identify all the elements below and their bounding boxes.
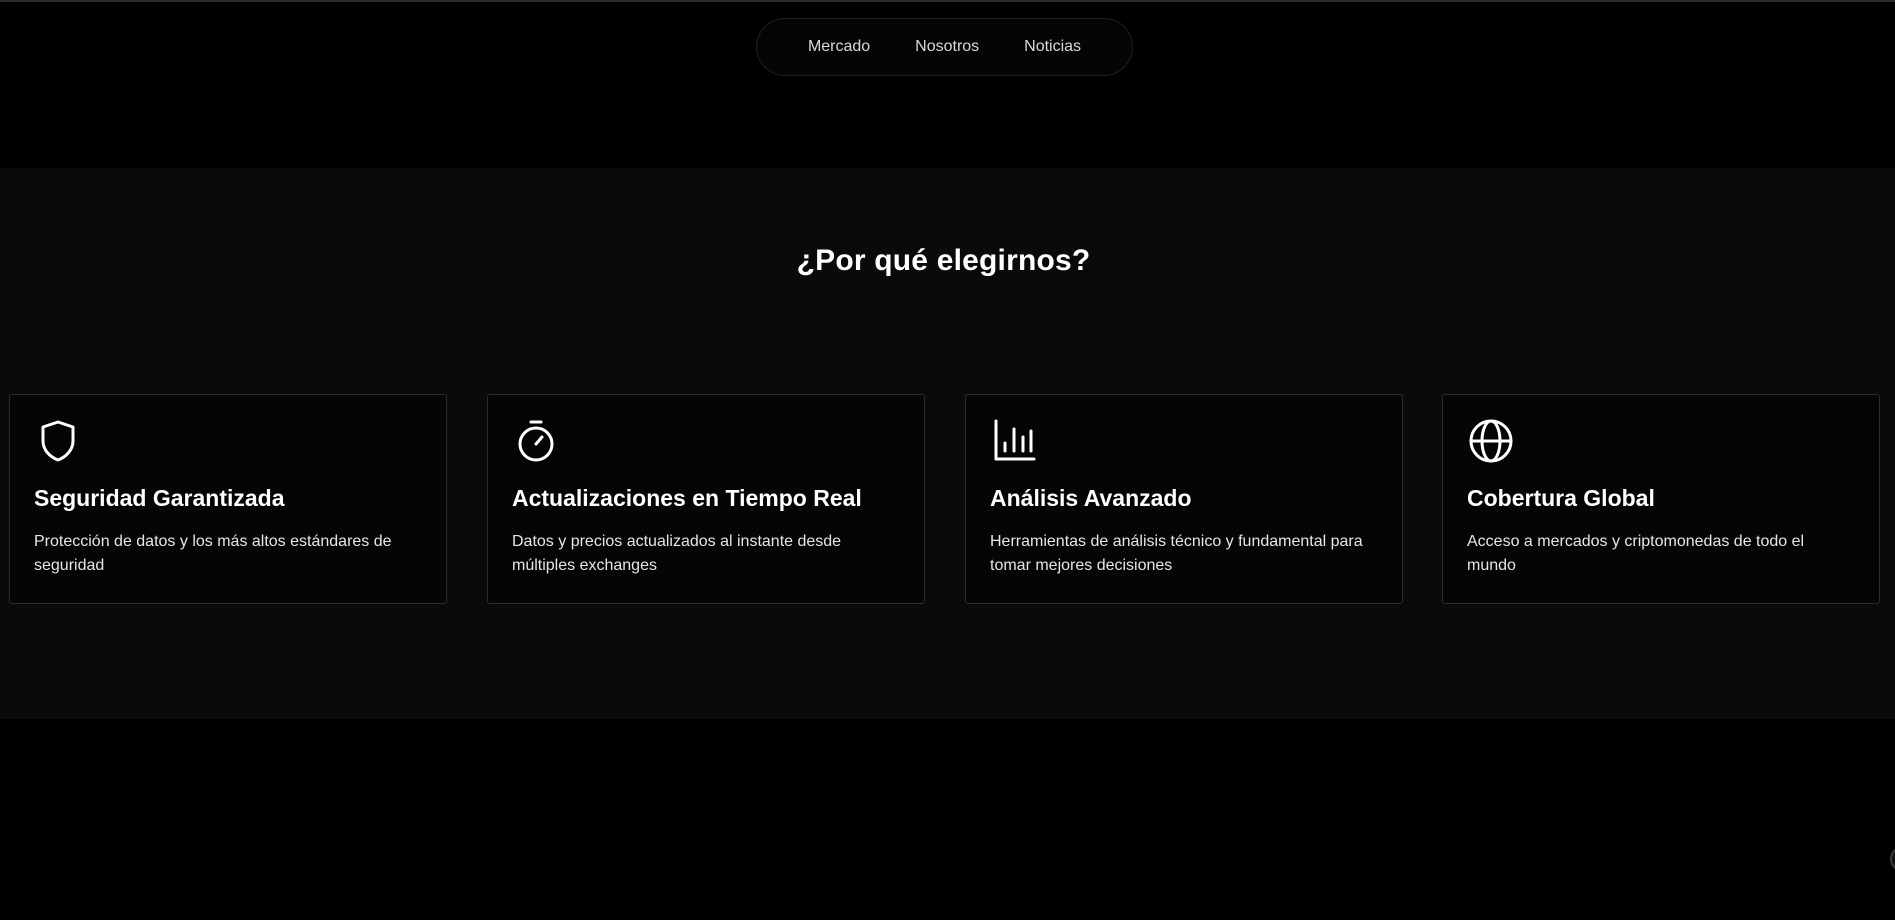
feature-card-analysis: Análisis Avanzado Herramientas de anális… — [965, 394, 1403, 604]
feature-card-security: Seguridad Garantizada Protección de dato… — [9, 394, 447, 604]
feature-title: Seguridad Garantizada — [34, 485, 285, 511]
nav-link-nosotros[interactable]: Nosotros — [907, 32, 987, 62]
features-section: ¿Por qué elegirnos? Seguridad Garantizad… — [0, 168, 1895, 719]
feature-title: Cobertura Global — [1467, 485, 1655, 511]
nav-link-mercado[interactable]: Mercado — [800, 32, 878, 62]
main-nav: Mercado Nosotros Noticias — [756, 18, 1133, 76]
feature-title: Actualizaciones en Tiempo Real — [512, 485, 862, 511]
page-footer-space — [0, 719, 1895, 920]
section-title: ¿Por qué elegirnos? — [796, 244, 1091, 277]
header: Mercado Nosotros Noticias — [0, 2, 1895, 168]
stopwatch-icon — [512, 417, 560, 465]
feature-description: Acceso a mercados y criptomonedas de tod… — [1467, 533, 1805, 574]
feature-title: Análisis Avanzado — [990, 485, 1192, 511]
shield-icon — [34, 417, 82, 465]
feature-card-realtime: Actualizaciones en Tiempo Real Datos y p… — [487, 394, 925, 604]
feature-description: Protección de datos y los más altos está… — [34, 533, 392, 574]
feature-card-global: Cobertura Global Acceso a mercados y cri… — [1442, 394, 1880, 604]
globe-icon — [1467, 417, 1515, 465]
feature-description: Datos y precios actualizados al instante… — [512, 533, 842, 574]
bar-chart-icon — [990, 417, 1038, 465]
page: Mercado Nosotros Noticias ¿Por qué elegi… — [0, 0, 1895, 920]
nav-link-noticias[interactable]: Noticias — [1016, 32, 1089, 62]
feature-description: Herramientas de análisis técnico y funda… — [990, 533, 1363, 574]
